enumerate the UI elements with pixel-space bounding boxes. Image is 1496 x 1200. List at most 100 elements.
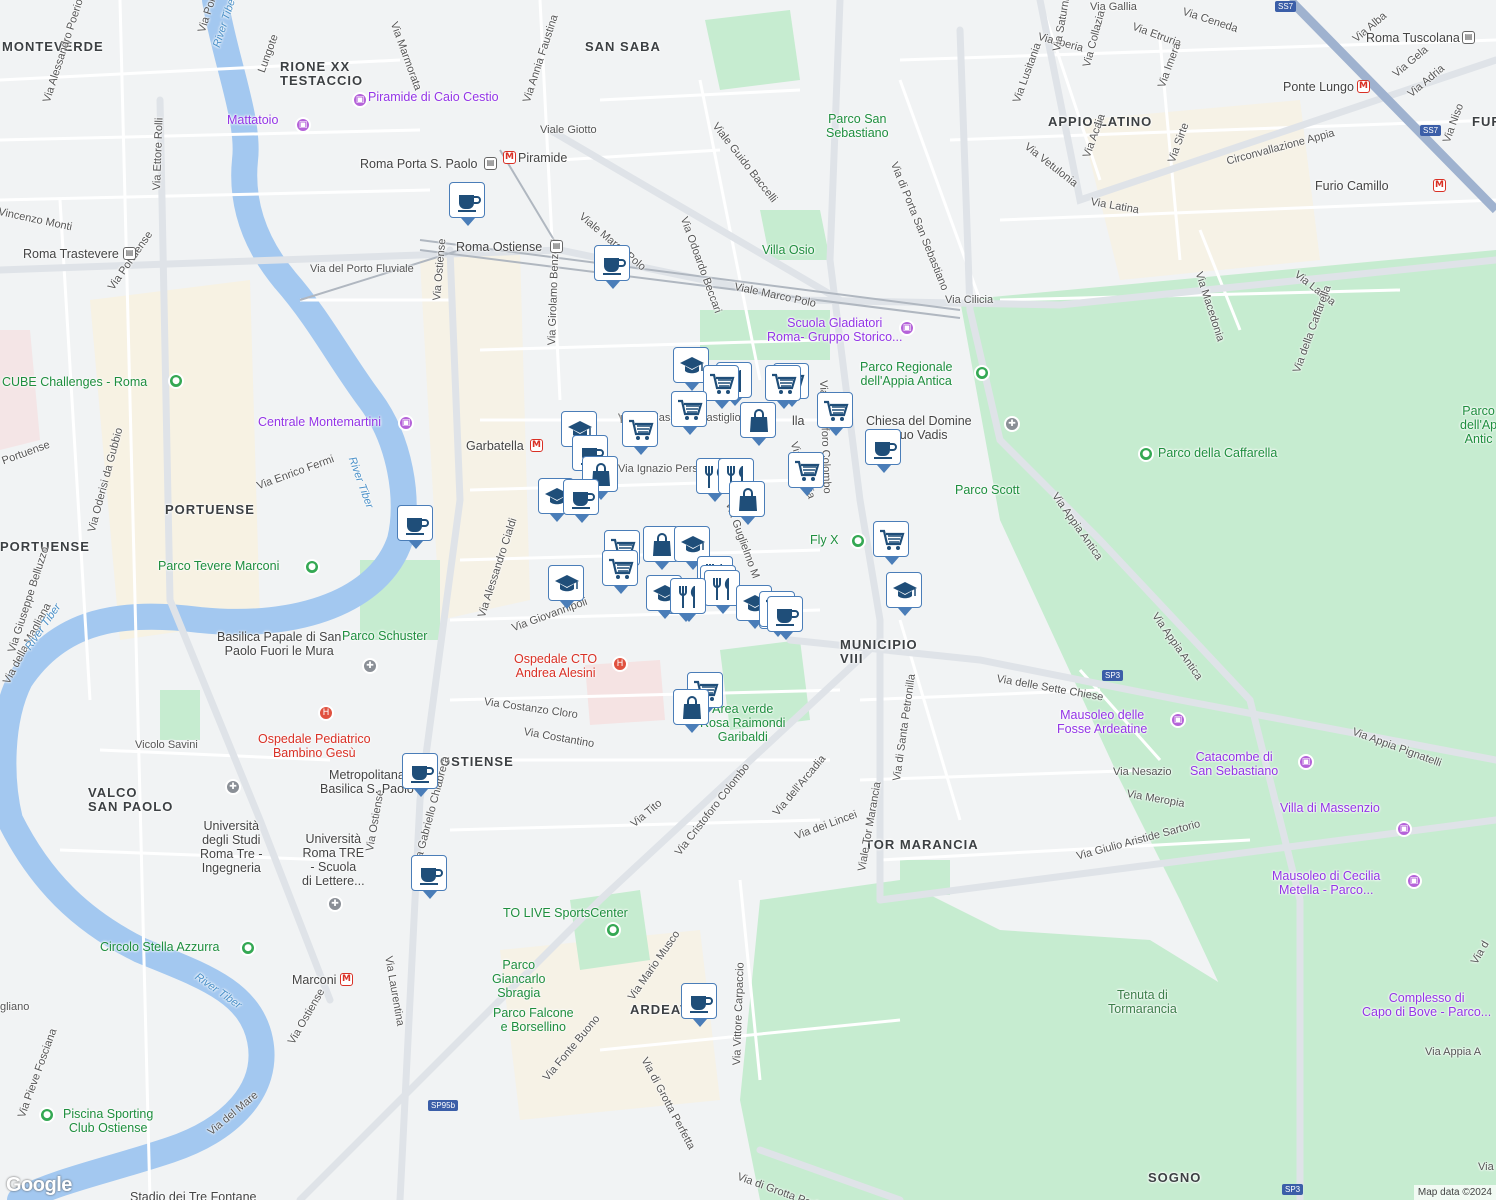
place-label: Centrale Montemartini bbox=[258, 415, 381, 429]
place-label: Ospedale Pediatrico Bambino Gesù bbox=[258, 732, 371, 760]
place-label: Parco della Caffarella bbox=[1158, 446, 1278, 460]
cart-marker[interactable] bbox=[817, 392, 853, 436]
landmark-icon[interactable]: ✚ bbox=[362, 658, 378, 674]
road-shield: SS7 bbox=[1420, 125, 1442, 136]
place-label: Parco Schuster bbox=[342, 629, 428, 643]
bag-marker[interactable] bbox=[740, 402, 776, 446]
district-label: FUR bbox=[1472, 114, 1496, 129]
street-label: Viale Giotto bbox=[540, 124, 597, 136]
place-label: Parco dell'Ap Antic bbox=[1460, 404, 1496, 446]
place-label: Piramide bbox=[518, 151, 568, 165]
park-icon[interactable]: ● bbox=[974, 365, 990, 381]
park-icon[interactable]: ● bbox=[240, 940, 256, 956]
coffee-marker[interactable] bbox=[681, 983, 717, 1027]
restaurant-marker[interactable] bbox=[670, 578, 706, 622]
education-marker[interactable] bbox=[886, 572, 922, 616]
district-label: MUNICIPIO VIII bbox=[840, 637, 918, 666]
hospital-icon[interactable]: H bbox=[612, 656, 628, 672]
train-icon[interactable]: ▤ bbox=[123, 247, 136, 260]
place-label: Villa Osio bbox=[762, 243, 815, 257]
place-label: Roma Trastevere bbox=[23, 247, 119, 261]
metro-icon[interactable]: M bbox=[1357, 80, 1370, 93]
landmark-icon[interactable]: ✚ bbox=[327, 896, 343, 912]
cart-marker[interactable] bbox=[873, 521, 909, 565]
place-label: Mausoleo di Cecilia Metella - Parco... bbox=[1272, 869, 1381, 897]
train-icon[interactable]: ▤ bbox=[550, 240, 563, 253]
park-icon[interactable]: ● bbox=[1138, 446, 1154, 462]
place-label: TO LIVE SportsCenter bbox=[503, 906, 628, 920]
train-icon[interactable]: ▤ bbox=[1462, 31, 1475, 44]
park-icon[interactable]: ● bbox=[605, 922, 621, 938]
place-label: Circolo Stella Azzurra bbox=[100, 940, 220, 954]
museum-icon[interactable]: ▣ bbox=[295, 117, 311, 133]
museum-icon[interactable]: ▣ bbox=[1170, 712, 1186, 728]
place-label: Università degli Studi Roma Tre - Ingegneri… bbox=[200, 819, 263, 875]
coffee-marker[interactable] bbox=[449, 182, 485, 226]
cart-marker[interactable] bbox=[765, 365, 801, 409]
street-label: Via Nesazio bbox=[1113, 766, 1172, 778]
place-label: Roma Porta S. Paolo bbox=[360, 157, 478, 171]
district-label: SOGNO bbox=[1148, 1170, 1202, 1185]
place-label: Parco Scott bbox=[955, 483, 1020, 497]
road-shield: SP3 bbox=[1102, 670, 1124, 681]
metro-icon[interactable]: M bbox=[503, 151, 516, 164]
cart-marker[interactable] bbox=[671, 391, 707, 435]
coffee-marker[interactable] bbox=[767, 596, 803, 640]
place-label: Parco Falcone e Borsellino bbox=[493, 1006, 574, 1034]
place-label: CUBE Challenges - Roma bbox=[2, 375, 148, 389]
park-icon[interactable]: ● bbox=[168, 373, 184, 389]
bag-marker[interactable] bbox=[673, 689, 709, 733]
place-label: lla bbox=[792, 414, 805, 428]
district-label: VALCO SAN PAOLO bbox=[88, 785, 174, 814]
coffee-marker[interactable] bbox=[865, 429, 901, 473]
landmark-icon[interactable]: ✚ bbox=[225, 779, 241, 795]
education-marker[interactable] bbox=[548, 565, 584, 609]
place-label: Basilica Papale di San Paolo Fuori le Mur… bbox=[217, 630, 342, 658]
place-label: Fly X bbox=[810, 533, 839, 547]
place-label: Parco San Sebastiano bbox=[826, 112, 889, 140]
cart-marker[interactable] bbox=[622, 411, 658, 455]
street-label: Via bbox=[1478, 1161, 1494, 1173]
museum-icon[interactable]: ▣ bbox=[1396, 821, 1412, 837]
coffee-marker[interactable] bbox=[594, 245, 630, 289]
place-label: Roma Ostiense bbox=[456, 240, 543, 254]
metro-icon[interactable]: M bbox=[530, 439, 543, 452]
district-label: PORTUENSE bbox=[165, 502, 255, 517]
metro-icon[interactable]: M bbox=[340, 973, 353, 986]
hospital-icon[interactable]: H bbox=[318, 705, 334, 721]
district-label: MONTEVERDE bbox=[2, 39, 104, 54]
place-label: Ponte Lungo bbox=[1283, 80, 1354, 94]
cart-marker[interactable] bbox=[602, 550, 638, 594]
restaurant-marker[interactable] bbox=[704, 570, 740, 614]
cart-marker[interactable] bbox=[788, 452, 824, 496]
landmark-icon[interactable]: ✚ bbox=[1004, 416, 1020, 432]
park-icon[interactable]: ● bbox=[39, 1107, 55, 1123]
coffee-marker[interactable] bbox=[563, 479, 599, 523]
street-label: Via del Porto Fluviale bbox=[310, 263, 414, 275]
museum-icon[interactable]: ▣ bbox=[352, 92, 368, 108]
train-icon[interactable]: ▤ bbox=[484, 157, 497, 170]
coffee-marker[interactable] bbox=[397, 505, 433, 549]
museum-icon[interactable]: ▣ bbox=[899, 320, 915, 336]
place-label: Ospedale CTO Andrea Alesini bbox=[514, 652, 598, 680]
district-label: TOR MARANCIA bbox=[865, 837, 979, 852]
google-logo: Google bbox=[6, 1174, 72, 1196]
place-label: Mausoleo delle Fosse Ardeatine bbox=[1057, 708, 1148, 736]
museum-icon[interactable]: ▣ bbox=[1298, 754, 1314, 770]
district-label: SAN SABA bbox=[585, 39, 661, 54]
place-label: Piscina Sporting Club Ostiense bbox=[63, 1107, 154, 1135]
place-label: Piramide di Caio Cestio bbox=[368, 90, 499, 104]
street-label: Via Cilicia bbox=[945, 294, 994, 306]
place-label: Parco Tevere Marconi bbox=[158, 559, 280, 573]
park-icon[interactable]: ● bbox=[850, 533, 866, 549]
cart-marker[interactable] bbox=[703, 365, 739, 409]
map-canvas[interactable]: MONTEVERDE RIONE XX TESTACCIO SAN SABA APPIO… bbox=[0, 0, 1496, 1200]
metro-icon[interactable]: M bbox=[1433, 179, 1446, 192]
street-label: Via Appia A bbox=[1425, 1046, 1482, 1058]
coffee-marker[interactable] bbox=[402, 753, 438, 797]
museum-icon[interactable]: ▣ bbox=[1406, 873, 1422, 889]
park-icon[interactable]: ● bbox=[304, 559, 320, 575]
museum-icon[interactable]: ▣ bbox=[398, 415, 414, 431]
bag-marker[interactable] bbox=[729, 481, 765, 525]
coffee-marker[interactable] bbox=[411, 855, 447, 899]
